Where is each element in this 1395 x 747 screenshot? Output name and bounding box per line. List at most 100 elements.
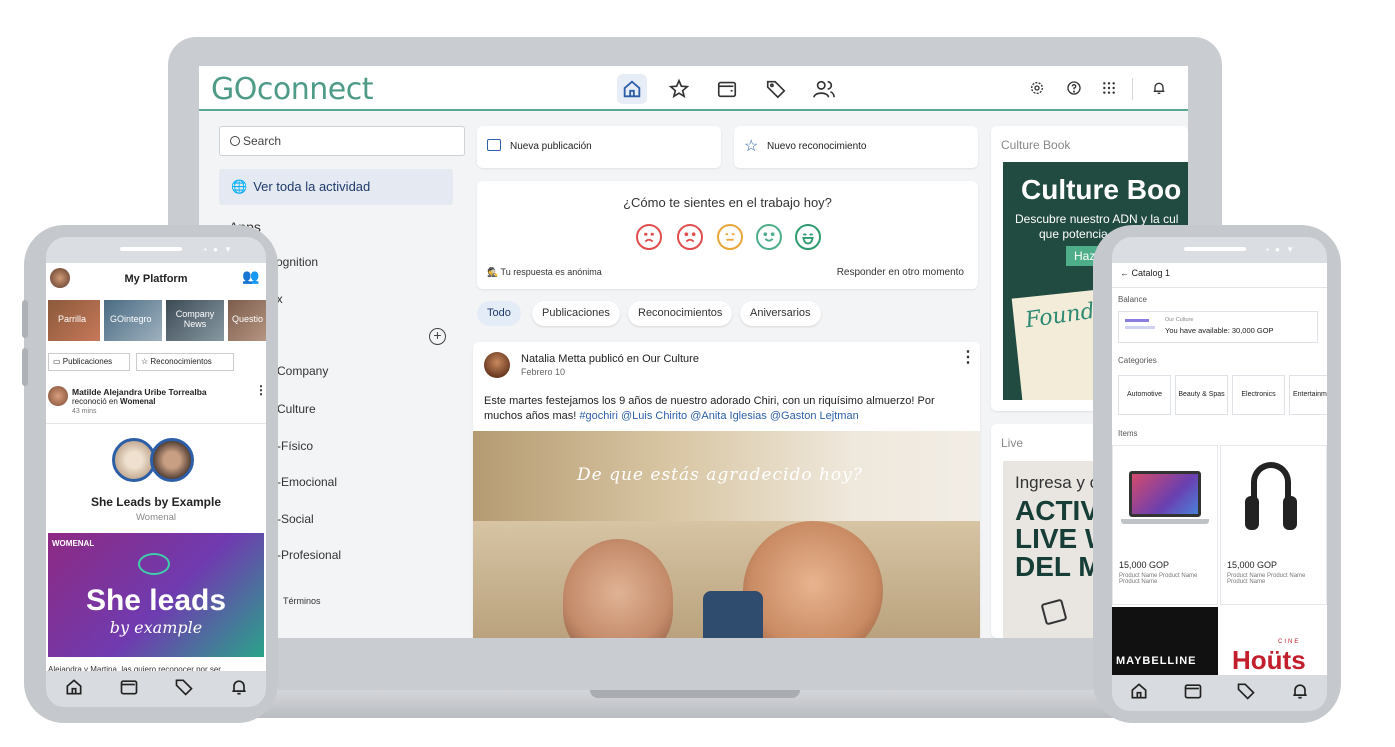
sidebar-item[interactable]: -Físico <box>277 439 313 453</box>
back-arrow-icon[interactable]: ← <box>1120 268 1129 278</box>
shirt <box>703 591 763 638</box>
tab-posts[interactable]: ▭ Publicaciones <box>48 353 130 371</box>
nav-divider <box>1132 78 1133 100</box>
category-item[interactable]: Automotive <box>1118 375 1171 415</box>
balance-source: Our Culture <box>1165 317 1194 323</box>
balance-text: You have available: 30,000 GOP <box>1165 326 1274 335</box>
more-options-icon[interactable]: ⋮ <box>255 383 266 397</box>
status-icons: ▪ ● ▼ <box>204 245 235 254</box>
category-item[interactable]: Entertainm <box>1289 375 1327 415</box>
very-happy-face-icon[interactable] <box>795 224 821 250</box>
star-icon[interactable] <box>664 74 694 104</box>
group-link[interactable]: Womenal <box>120 397 155 406</box>
item-price: 15,000 GOP <box>1119 560 1170 570</box>
people-icon[interactable] <box>809 74 839 104</box>
tag-icon[interactable] <box>761 74 791 104</box>
left-phone-tabbar <box>46 671 266 707</box>
home-icon[interactable] <box>617 74 647 104</box>
story-tile[interactable]: Company News <box>166 300 224 341</box>
terms-link[interactable]: Términos <box>283 596 321 606</box>
photo-caption: De que estás agradecido hoy? <box>577 465 863 485</box>
filter-tab-todo[interactable]: Todo <box>477 301 521 326</box>
balance-bar <box>1125 326 1155 329</box>
post-author[interactable]: Natalia Metta <box>521 353 586 365</box>
wallet-icon[interactable] <box>712 74 742 104</box>
more-options-icon[interactable]: ⋮ <box>960 347 976 367</box>
filter-tab-posts[interactable]: Publicaciones <box>532 301 620 326</box>
wallet-icon[interactable] <box>119 677 139 702</box>
very-sad-face-icon[interactable] <box>636 224 662 250</box>
post-tags[interactable]: #gochiri @Luis Chirito @Anita Iglesias @… <box>579 410 858 422</box>
story-tile[interactable]: Parrilla <box>48 300 100 341</box>
sidebar-item[interactable]: -Emocional <box>277 475 337 489</box>
story-tile[interactable]: GOintegro <box>104 300 162 341</box>
post-action: reconoció en Womenal <box>72 397 155 407</box>
sidebar-item[interactable]: Culture <box>277 402 316 416</box>
balance-card[interactable]: Our Culture You have available: 30,000 G… <box>1118 311 1318 343</box>
wallet-icon[interactable] <box>1183 681 1203 706</box>
sidebar-item[interactable]: -Profesional <box>277 548 341 562</box>
headphone-earcup <box>1283 496 1297 530</box>
category-item[interactable]: Electronics <box>1232 375 1285 415</box>
award-group: Womenal <box>136 512 176 523</box>
sidebar-item[interactable]: -Social <box>277 512 314 526</box>
view-all-activity-button[interactable]: 🌐 Ver toda la actividad <box>219 169 453 205</box>
recipient-avatar[interactable] <box>150 438 194 482</box>
bell-icon[interactable] <box>1290 681 1310 706</box>
platform-title: My Platform <box>124 273 188 285</box>
help-icon[interactable] <box>1064 78 1084 98</box>
neutral-face-icon[interactable] <box>717 224 743 250</box>
story-tile[interactable]: Questio <box>228 300 266 341</box>
answer-later-link[interactable]: Responder en otro momento <box>837 267 964 278</box>
people-add-icon[interactable]: 👥 <box>242 268 259 285</box>
tag-icon[interactable] <box>1236 681 1256 706</box>
post-photo[interactable]: De que estás agradecido hoy? <box>473 431 980 638</box>
action-text: reconoció en <box>72 397 118 406</box>
banner-script: by example <box>109 618 203 637</box>
sad-face-icon[interactable] <box>677 224 703 250</box>
author-avatar[interactable] <box>484 352 510 378</box>
culture-book-subtitle: Descubre nuestro ADN y la cul <box>1015 212 1179 226</box>
catalog-title: Catalog 1 <box>1131 268 1171 278</box>
filter-tab-recognitions[interactable]: Reconocimientos <box>628 301 733 326</box>
add-circle-icon[interactable]: + <box>429 328 446 345</box>
banner-title: She leads <box>85 584 227 617</box>
story-label: Company News <box>175 309 215 329</box>
author-avatar[interactable] <box>48 386 68 406</box>
balance-bar <box>1125 319 1149 322</box>
laptop-notch <box>590 690 800 698</box>
live-line-1: Ingresa y c <box>1015 473 1099 492</box>
category-item[interactable]: Beauty & Spas <box>1175 375 1228 415</box>
speaker <box>120 247 182 251</box>
settings-gear-icon[interactable] <box>1027 78 1047 98</box>
happy-face-icon[interactable] <box>756 224 782 250</box>
new-post-button[interactable]: Nueva publicación <box>477 126 721 168</box>
post-verb: publicó en <box>588 353 640 365</box>
right-phone-status-bar: ▪ ● ▼ <box>1112 237 1327 263</box>
catalog-item[interactable]: 15,000 GOP Product Name Product Name Pro… <box>1112 445 1218 605</box>
view-all-activity-label: Ver toda la actividad <box>253 179 371 194</box>
divider <box>46 423 266 424</box>
search-input[interactable]: Search <box>219 126 465 156</box>
tab-recognitions[interactable]: ☆ Reconocimientos <box>136 353 234 371</box>
globe-icon: 🌐 <box>231 179 248 194</box>
new-recognition-button[interactable]: ☆ Nuevo reconocimiento <box>734 126 978 168</box>
catalog-item[interactable]: 15,000 GOP Product Name Product Name Pro… <box>1220 445 1327 605</box>
tag-icon[interactable] <box>174 677 194 702</box>
brand-tile[interactable]: CINE Hoüts <box>1220 607 1327 683</box>
home-icon[interactable] <box>1129 681 1149 706</box>
brand-tile[interactable]: MAYBELLINE <box>1112 607 1218 683</box>
bell-icon[interactable] <box>229 677 249 702</box>
post-author[interactable]: Matilde Alejandra Uribe Torrealba <box>72 387 252 397</box>
apps-grid-icon[interactable] <box>1099 78 1119 98</box>
laptop-screen: GOconnect Search 🌐 Ver toda la actividad… <box>199 66 1188 638</box>
post-group[interactable]: Our Culture <box>642 353 699 365</box>
app-logo[interactable]: GOconnect <box>211 72 373 107</box>
filter-tab-anniversaries[interactable]: Aniversarios <box>740 301 821 326</box>
top-navbar: GOconnect <box>199 66 1188 111</box>
home-icon[interactable] <box>64 677 84 702</box>
bell-icon[interactable] <box>1149 78 1169 98</box>
award-banner[interactable]: WOMENAL She leads by example <box>48 533 264 657</box>
person-face <box>563 539 673 638</box>
sidebar-item[interactable]: Company <box>277 364 328 378</box>
